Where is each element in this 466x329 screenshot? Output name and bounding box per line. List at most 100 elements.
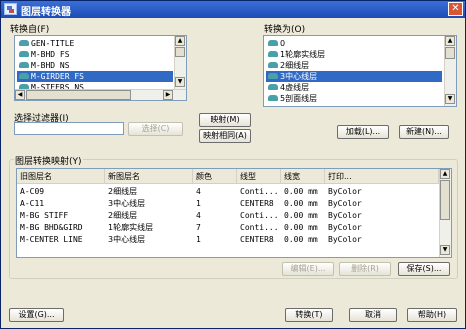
- scroll-thumb[interactable]: [26, 90, 131, 100]
- scroll-left-icon[interactable]: ◀: [15, 90, 25, 100]
- table-cell: M-CENTER LINE: [20, 235, 83, 244]
- convert-from-item[interactable]: M-BHD NS: [17, 60, 173, 71]
- table-cell: 3中心线层: [108, 199, 146, 208]
- table-cell: 0.00 mm: [284, 235, 318, 244]
- table-cell: 0.00 mm: [284, 211, 318, 220]
- column-header[interactable]: 线型: [237, 169, 281, 184]
- new-button[interactable]: 新建(N)...: [399, 125, 449, 139]
- table-cell: 2细线层: [108, 187, 138, 196]
- selection-filter-input[interactable]: [14, 122, 124, 135]
- layer-mapping-table[interactable]: 旧图层名 新图层名 颜色 线型 线宽 打印... A-C09 2细线层 4 Conti... 0.…: [16, 168, 452, 258]
- layer-icon: [268, 94, 278, 101]
- table-row[interactable]: M-CENTER LINE 3中心线层 1 CENTER8 0.00 mm ByColor: [17, 234, 437, 245]
- table-cell: Conti...: [240, 223, 279, 232]
- layer-icon: [268, 39, 278, 46]
- save-button[interactable]: 保存(S)...: [398, 262, 450, 276]
- convert-button[interactable]: 转换(T): [285, 308, 333, 322]
- column-header[interactable]: 旧图层名: [17, 169, 105, 184]
- convert-from-item[interactable]: M-BHD FS: [17, 49, 173, 60]
- table-cell: 1: [196, 199, 201, 208]
- scroll-down-icon[interactable]: ▼: [440, 245, 450, 255]
- layer-translator-app-icon: [4, 3, 17, 15]
- table-cell: Conti...: [240, 211, 279, 220]
- layer-icon: [19, 39, 29, 46]
- table-row[interactable]: A-C11 3中心线层 1 CENTER8 0.00 mm ByColor: [17, 198, 437, 209]
- convert-to-item[interactable]: 2细线层: [266, 60, 442, 71]
- table-cell: Conti...: [240, 187, 279, 196]
- convert-to-item-label: 5剖面线层: [280, 94, 318, 103]
- convert-from-item-label: GEN-TITLE: [31, 39, 75, 48]
- close-button[interactable]: ✕: [448, 2, 463, 16]
- table-row[interactable]: M-BG BHD&GIRD 1轮廓实线层 7 Conti... 0.00 mm ByCol…: [17, 222, 437, 233]
- convert-to-item-label: 1轮廓实线层: [280, 50, 326, 59]
- map-same-button[interactable]: 映射相同(A): [199, 129, 251, 143]
- convert-to-list[interactable]: 0 1轮廓实线层 2细线层 3中心线层 4虚线层 5剖面线层 ▲ ▼: [263, 35, 457, 107]
- convert-from-item-label: M-BHD FS: [31, 50, 70, 59]
- scroll-right-icon[interactable]: ▶: [163, 90, 173, 100]
- map-button[interactable]: 映射(M): [199, 113, 251, 127]
- table-cell: A-C11: [20, 199, 45, 208]
- scroll-thumb[interactable]: [445, 47, 455, 59]
- layer-icon: [268, 61, 278, 68]
- scroll-down-icon[interactable]: ▼: [175, 77, 185, 87]
- table-cell: 4: [196, 211, 201, 220]
- column-header[interactable]: 颜色: [193, 169, 237, 184]
- convert-to-item-label: 3中心线层: [280, 72, 318, 81]
- scroll-up-icon[interactable]: ▲: [445, 36, 455, 46]
- table-cell: 7: [196, 223, 201, 232]
- convert-to-item-label: 2细线层: [280, 61, 310, 70]
- table-cell: 2细线层: [108, 211, 138, 220]
- convert-to-vertical-scrollbar[interactable]: ▲ ▼: [444, 36, 456, 106]
- table-cell: ByColor: [328, 187, 362, 196]
- convert-to-item[interactable]: 4虚线层: [266, 82, 442, 93]
- convert-from-list[interactable]: GEN-TITLE M-BHD FS M-BHD NS M-GIRDER FS M-ST…: [14, 35, 187, 101]
- convert-to-item[interactable]: 5剖面线层: [266, 93, 442, 104]
- table-row[interactable]: M-BG STIFF 2细线层 4 Conti... 0.00 mm ByColor: [17, 210, 437, 221]
- convert-from-vertical-scrollbar[interactable]: ▲ ▼: [174, 36, 186, 89]
- load-button[interactable]: 加载(L)...: [337, 125, 389, 139]
- convert-from-label: 转换自(F): [10, 25, 50, 35]
- convert-from-item[interactable]: M-GIRDER FS: [17, 71, 173, 82]
- table-cell: M-BG STIFF: [20, 211, 69, 220]
- layer-icon: [19, 72, 29, 79]
- convert-from-item-label: M-GIRDER FS: [31, 72, 84, 81]
- table-cell: 1轮廓实线层: [108, 223, 154, 232]
- help-button[interactable]: 帮助(H): [407, 308, 457, 322]
- column-header[interactable]: 新图层名: [105, 169, 193, 184]
- window-title: 图层转换器: [21, 7, 71, 18]
- table-cell: ByColor: [328, 235, 362, 244]
- delete-button[interactable]: 删除(R): [339, 262, 391, 276]
- edit-button[interactable]: 编辑(E)...: [282, 262, 334, 276]
- convert-from-horizontal-scrollbar[interactable]: ◀ ▶: [15, 89, 186, 100]
- column-header[interactable]: 打印...: [325, 169, 439, 184]
- scroll-thumb[interactable]: [175, 47, 185, 57]
- table-cell: 3中心线层: [108, 235, 146, 244]
- title-bar[interactable]: 图层转换器 ✕: [1, 1, 465, 18]
- column-header[interactable]: 线宽: [281, 169, 325, 184]
- table-cell: ByColor: [328, 211, 362, 220]
- scroll-up-icon[interactable]: ▲: [175, 36, 185, 46]
- table-cell: ByColor: [328, 199, 362, 208]
- scroll-up-icon[interactable]: ▲: [440, 169, 450, 179]
- convert-to-item-label: 4虚线层: [280, 83, 310, 92]
- convert-to-item[interactable]: 1轮廓实线层: [266, 49, 442, 60]
- scroll-thumb[interactable]: [440, 180, 450, 220]
- convert-from-item-label: M-BHD NS: [31, 61, 70, 70]
- select-button[interactable]: 选择(C): [128, 122, 183, 136]
- mapping-vertical-scrollbar[interactable]: ▲ ▼: [439, 169, 451, 257]
- table-cell: ByColor: [328, 223, 362, 232]
- table-cell: 1: [196, 235, 201, 244]
- table-cell: 0.00 mm: [284, 199, 318, 208]
- layer-icon: [268, 72, 278, 79]
- table-cell: CENTER8: [240, 199, 274, 208]
- layer-icon: [268, 50, 278, 57]
- convert-from-item[interactable]: GEN-TITLE: [17, 38, 173, 49]
- table-cell: 0.00 mm: [284, 187, 318, 196]
- convert-from-item[interactable]: M-STEERS NS: [17, 82, 173, 89]
- scroll-down-icon[interactable]: ▼: [445, 94, 455, 104]
- convert-to-item[interactable]: 3中心线层: [266, 71, 442, 82]
- settings-button[interactable]: 设置(G)...: [9, 308, 64, 322]
- table-row[interactable]: A-C09 2细线层 4 Conti... 0.00 mm ByColor: [17, 186, 437, 197]
- cancel-button[interactable]: 取消: [349, 308, 397, 322]
- convert-to-item[interactable]: 0: [266, 38, 442, 49]
